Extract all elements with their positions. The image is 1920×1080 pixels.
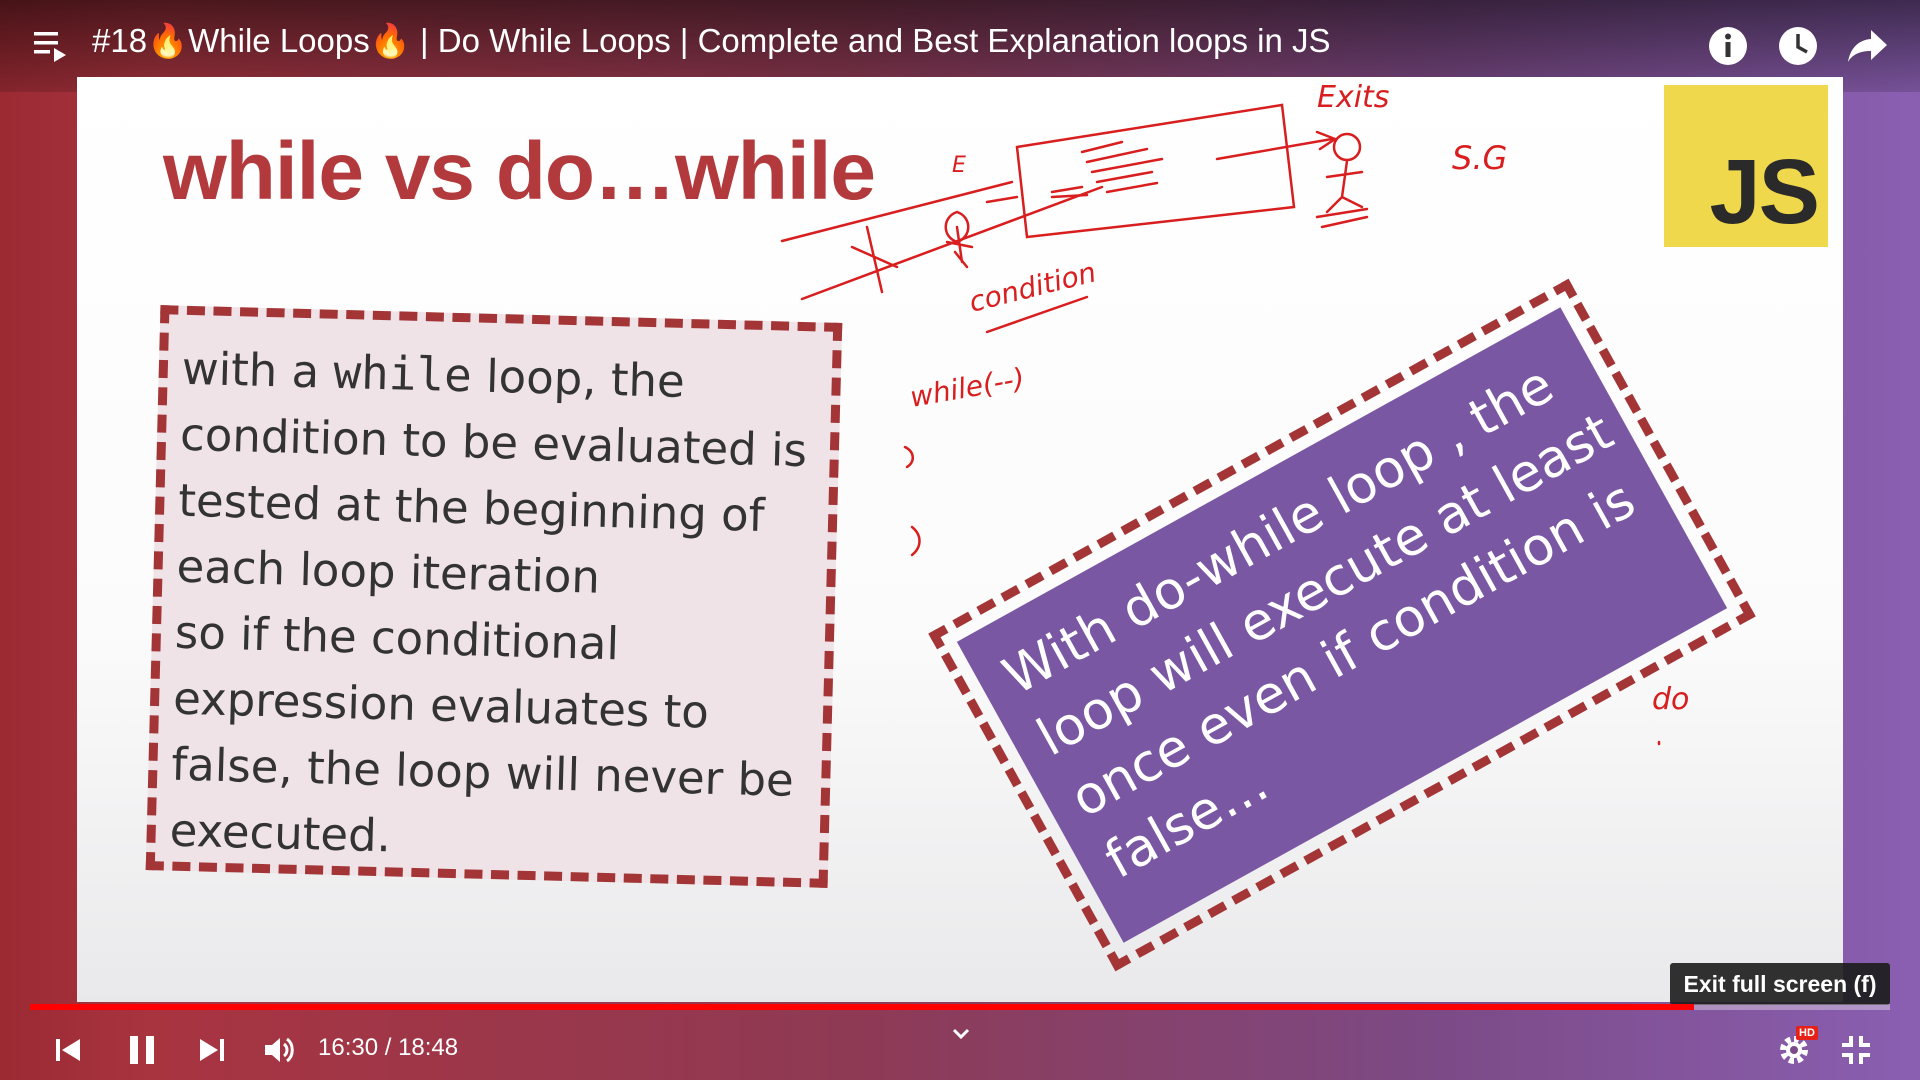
time-display: 16:30 / 18:48 [318, 1034, 459, 1061]
exit-fullscreen-icon[interactable] [1836, 1030, 1876, 1070]
annotation-do: do [1652, 682, 1689, 717]
do-while-description-box: With do-while loop , the loop will execu… [933, 268, 1751, 982]
slide-title: while vs do…while [163, 126, 876, 217]
progress-bar[interactable] [30, 1004, 1890, 1010]
share-icon[interactable] [1846, 24, 1890, 68]
info-icon[interactable] [1706, 24, 1750, 68]
annotation-condition: condition [966, 255, 1100, 318]
watch-later-icon[interactable] [1776, 24, 1820, 68]
annotation-while: while(--) [907, 361, 1026, 414]
previous-icon[interactable] [50, 1032, 86, 1068]
chevron-down-icon[interactable] [948, 1024, 974, 1044]
while-keyword: while [332, 344, 473, 403]
annotation-e: E [952, 153, 966, 178]
while-description-box: with a while loop, the condition to be e… [145, 305, 843, 888]
settings-icon[interactable]: HD [1772, 1026, 1818, 1072]
video-title[interactable]: #18🔥While Loops🔥 | Do While Loops | Comp… [92, 22, 1330, 61]
annotation-sg: S.G [1452, 139, 1507, 177]
next-icon[interactable] [194, 1032, 230, 1068]
slide: while vs do…while JS with a while loop, … [77, 77, 1843, 1002]
js-logo: JS [1664, 85, 1828, 247]
hd-badge: HD [1796, 1026, 1818, 1040]
player-controls: 16:30 / 18:48 HD [0, 1020, 1920, 1080]
pause-icon[interactable] [122, 1030, 162, 1070]
annotation-exits: Exits [1317, 80, 1389, 115]
playlist-icon[interactable] [34, 30, 68, 62]
js-logo-text: JS [1709, 141, 1820, 243]
progress-played [30, 1004, 1694, 1010]
exit-fullscreen-tooltip: Exit full screen (f) [1670, 963, 1890, 1005]
volume-icon[interactable] [259, 1030, 299, 1070]
